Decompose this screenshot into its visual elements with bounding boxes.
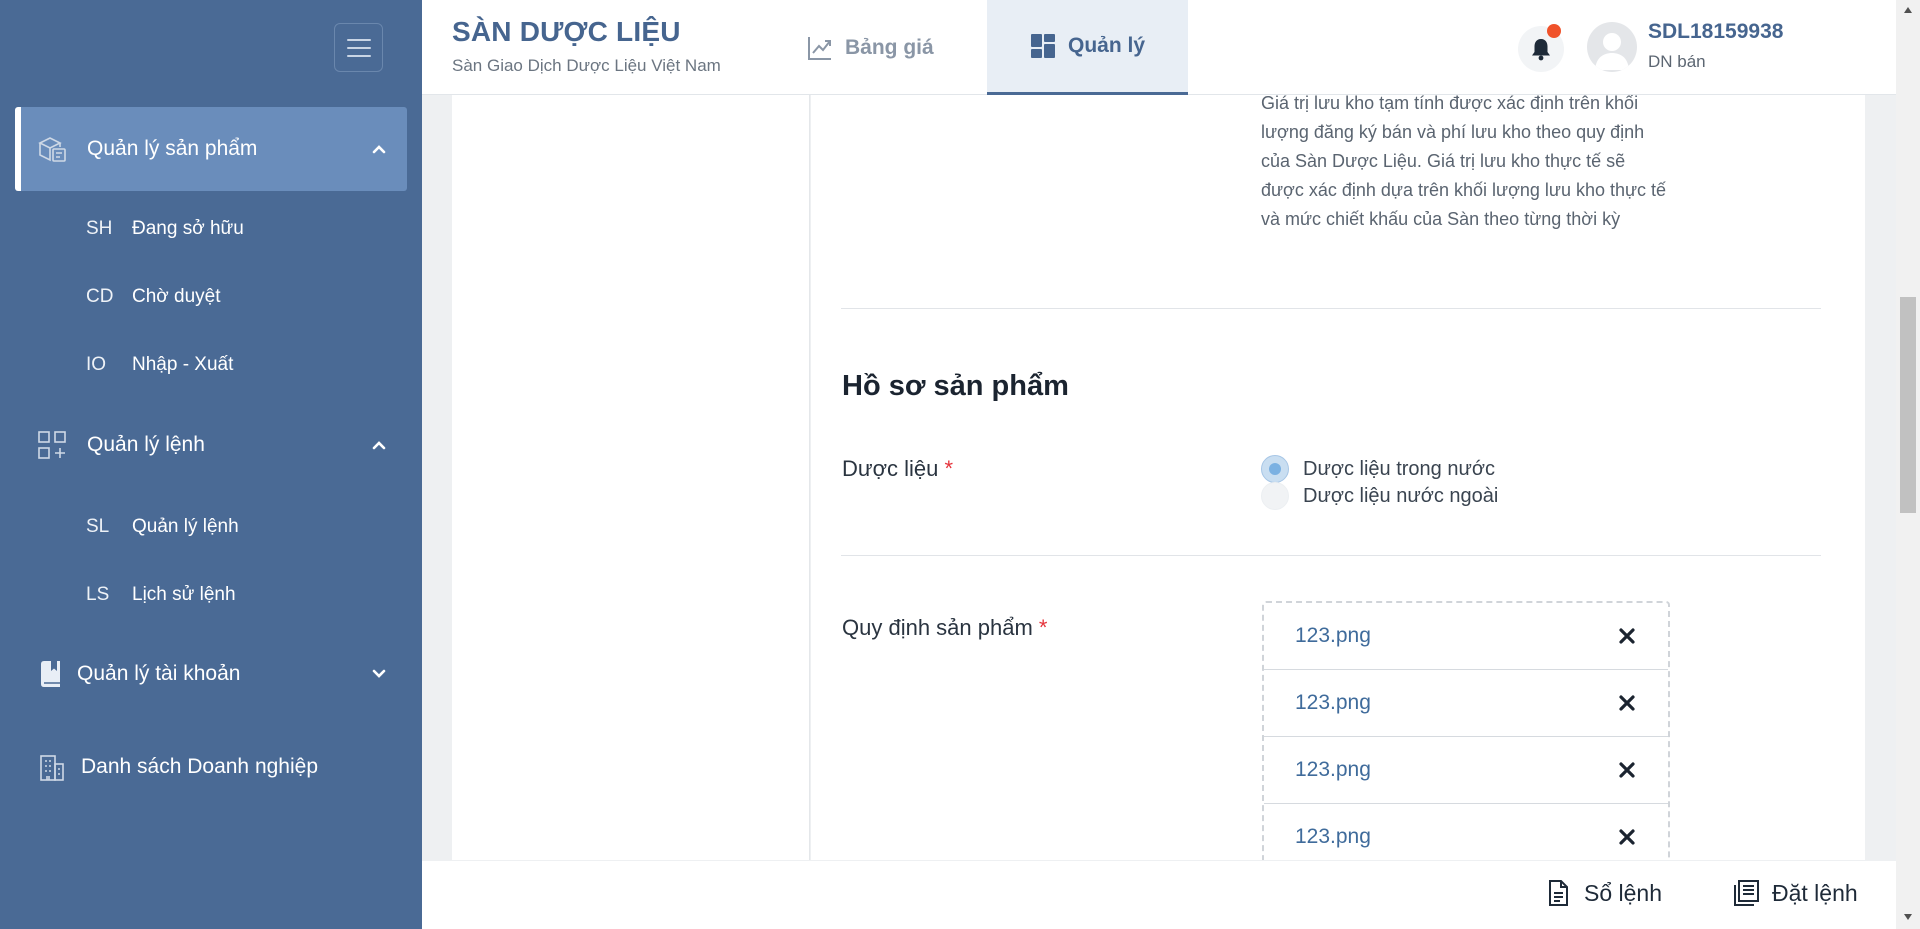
divider — [841, 555, 1821, 556]
place-order-button[interactable]: Đặt lệnh — [1732, 879, 1858, 907]
sidebar-item-import-export[interactable]: IO Nhập - Xuất — [86, 350, 233, 380]
scroll-down-icon[interactable] — [1902, 911, 1914, 923]
product-box-icon — [35, 132, 69, 166]
sidebar-item-abbr: CD — [86, 286, 114, 307]
scroll-up-icon[interactable] — [1902, 4, 1914, 16]
file-list-item: 123.png — [1264, 603, 1668, 670]
sidebar-item-label: Chờ duyệt — [132, 286, 221, 307]
regulation-field-label: Quy định sản phẩm * — [842, 615, 1047, 641]
field-label-text: Dược liệu — [842, 456, 939, 481]
product-form: Giá trị lưu kho tạm tính được xác định t… — [811, 95, 1865, 860]
storage-value-note: Giá trị lưu kho tạm tính được xác định t… — [1261, 95, 1667, 229]
sidebar-item-label: Quản lý lệnh — [132, 516, 239, 537]
file-list-item: 123.png — [1264, 737, 1668, 804]
required-mark: * — [944, 456, 954, 481]
tab-label: Quản lý — [1067, 34, 1146, 57]
user-id[interactable]: SDL18159938 — [1648, 20, 1783, 44]
sidebar-item-label: Đang sở hữu — [132, 218, 244, 239]
sidebar-item-abbr: LS — [86, 584, 110, 605]
required-mark: * — [1038, 615, 1048, 640]
radio-domestic-herb[interactable]: Dược liệu trong nước — [1261, 455, 1495, 483]
file-link[interactable]: 123.png — [1295, 758, 1371, 782]
sidebar-item-abbr: SL — [86, 516, 110, 537]
account-book-icon — [35, 657, 69, 691]
bell-icon — [1532, 39, 1550, 61]
sidebar-group-product-management[interactable]: Quản lý sản phẩm — [15, 107, 407, 191]
sidebar-group-label: Quản lý tài khoản — [77, 662, 241, 685]
order-book-label: Sổ lệnh — [1584, 879, 1663, 906]
file-upload-list[interactable]: 123.png 123.png 123.png 123.png — [1262, 601, 1670, 860]
sidebar-group-label: Quản lý lệnh — [87, 433, 205, 456]
building-icon — [35, 750, 69, 784]
tab-management[interactable]: Quản lý — [987, 0, 1188, 95]
menu-toggle-button[interactable] — [334, 23, 383, 72]
tab-label: Bảng giá — [845, 35, 934, 59]
sidebar-item-label: Nhập - Xuất — [132, 354, 234, 375]
section-title: Hồ sơ sản phẩm — [842, 370, 1069, 402]
order-book-button[interactable]: Sổ lệnh — [1544, 879, 1662, 907]
sidebar-item-abbr: IO — [86, 354, 107, 375]
radio-foreign-herb[interactable]: Dược liệu nước ngoài — [1261, 482, 1498, 510]
radio-button-selected[interactable] — [1261, 455, 1289, 483]
radio-label: Dược liệu nước ngoài — [1303, 484, 1499, 507]
chevron-up-icon — [369, 139, 389, 159]
sidebar-group-account-management[interactable]: Quản lý tài khoản — [15, 632, 407, 716]
sidebar-item-abbr: SH — [86, 218, 113, 239]
dashboard-icon — [1030, 33, 1056, 59]
file-link[interactable]: 123.png — [1295, 691, 1371, 715]
sidebar-group-enterprise-list[interactable]: Danh sách Doanh nghiệp — [15, 725, 407, 809]
notification-badge — [1547, 24, 1561, 38]
notification-button[interactable] — [1518, 24, 1564, 72]
file-list-item: 123.png — [1264, 670, 1668, 737]
order-grid-icon — [35, 428, 69, 462]
chart-line-icon — [807, 35, 833, 61]
sidebar-item-pending[interactable]: CD Chờ duyệt — [86, 282, 221, 312]
close-icon[interactable] — [1616, 826, 1638, 848]
radio-label: Dược liệu trong nước — [1303, 457, 1495, 480]
file-link[interactable]: 123.png — [1295, 825, 1371, 849]
user-role: DN bán — [1648, 52, 1706, 71]
sidebar-item-order-history[interactable]: LS Lịch sử lệnh — [86, 580, 236, 610]
document-icon — [1544, 879, 1572, 907]
chevron-down-icon — [369, 664, 389, 684]
herb-field-label: Dược liệu * — [842, 456, 953, 482]
sidebar-group-label: Danh sách Doanh nghiệp — [81, 755, 319, 778]
field-label-text: Quy định sản phẩm — [842, 615, 1033, 640]
brand-title[interactable]: SÀN DƯỢC LIỆU — [452, 16, 681, 48]
close-icon[interactable] — [1616, 625, 1638, 647]
sidebar-item-owned[interactable]: SH Đang sở hữu — [86, 214, 244, 244]
bottom-action-bar: Sổ lệnh Đặt lệnh — [422, 860, 1896, 929]
content-left-column — [452, 95, 810, 860]
close-icon[interactable] — [1616, 692, 1638, 714]
close-icon[interactable] — [1616, 759, 1638, 781]
file-link[interactable]: 123.png — [1295, 624, 1371, 648]
brand-subtitle: Sàn Giao Dịch Dược Liệu Việt Nam — [452, 56, 721, 75]
sidebar-group-order-management[interactable]: Quản lý lệnh — [15, 403, 407, 487]
radio-button[interactable] — [1261, 482, 1289, 510]
avatar[interactable] — [1587, 22, 1637, 72]
top-header: SÀN DƯỢC LIỆU Sàn Giao Dịch Dược Liệu Vi… — [422, 0, 1896, 95]
place-order-label: Đặt lệnh — [1772, 879, 1858, 906]
sidebar-item-label: Lịch sử lệnh — [132, 584, 236, 605]
sidebar: Quản lý sản phẩm SH Đang sở hữu CD Chờ d… — [0, 0, 422, 929]
tab-price-board[interactable]: Bảng giá — [807, 0, 934, 95]
order-list-icon — [1732, 879, 1760, 907]
divider — [841, 308, 1821, 309]
scrollbar-thumb[interactable] — [1900, 297, 1916, 513]
page-scrollbar[interactable] — [1896, 0, 1920, 929]
sidebar-item-orders[interactable]: SL Quản lý lệnh — [86, 512, 239, 542]
sidebar-group-label: Quản lý sản phẩm — [87, 137, 258, 160]
chevron-up-icon — [369, 435, 389, 455]
file-list-item: 123.png — [1264, 804, 1668, 860]
